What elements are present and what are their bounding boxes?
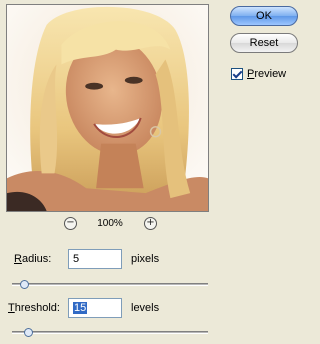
portrait-image xyxy=(7,5,208,211)
threshold-value: 15 xyxy=(73,302,88,314)
plus-icon: + xyxy=(146,217,155,228)
threshold-slider-thumb[interactable] xyxy=(23,328,33,337)
radius-unit: pixels xyxy=(131,253,160,265)
preview-label-initial: P xyxy=(247,68,255,80)
radius-label-text: adius: xyxy=(21,253,52,265)
preview-label: review xyxy=(254,68,287,80)
reset-button[interactable]: Reset xyxy=(230,33,298,53)
threshold-label-text: hreshold: xyxy=(14,302,60,314)
ok-button[interactable]: OK xyxy=(230,6,298,26)
radius-slider-track[interactable] xyxy=(12,283,208,286)
preview-checkbox[interactable] xyxy=(231,68,243,80)
radius-label: Radius: xyxy=(14,253,51,265)
zoom-out-button[interactable]: − xyxy=(64,217,77,230)
radius-input[interactable]: 5 xyxy=(68,249,122,269)
threshold-unit: levels xyxy=(131,302,160,314)
threshold-label-initial: T xyxy=(8,302,15,314)
zoom-level: 100% xyxy=(97,218,123,229)
radius-label-initial: R xyxy=(14,253,22,265)
radius-slider-thumb[interactable] xyxy=(19,280,29,289)
zoom-controls: − 100% + xyxy=(60,216,160,232)
threshold-label: Threshold: xyxy=(8,302,60,314)
threshold-input[interactable]: 15 xyxy=(68,298,122,318)
minus-icon: − xyxy=(66,217,75,228)
threshold-slider-track[interactable] xyxy=(12,331,208,334)
preview-image[interactable] xyxy=(6,4,209,212)
preview-checkbox-row[interactable]: Preview xyxy=(231,67,286,81)
zoom-in-button[interactable]: + xyxy=(144,217,157,230)
